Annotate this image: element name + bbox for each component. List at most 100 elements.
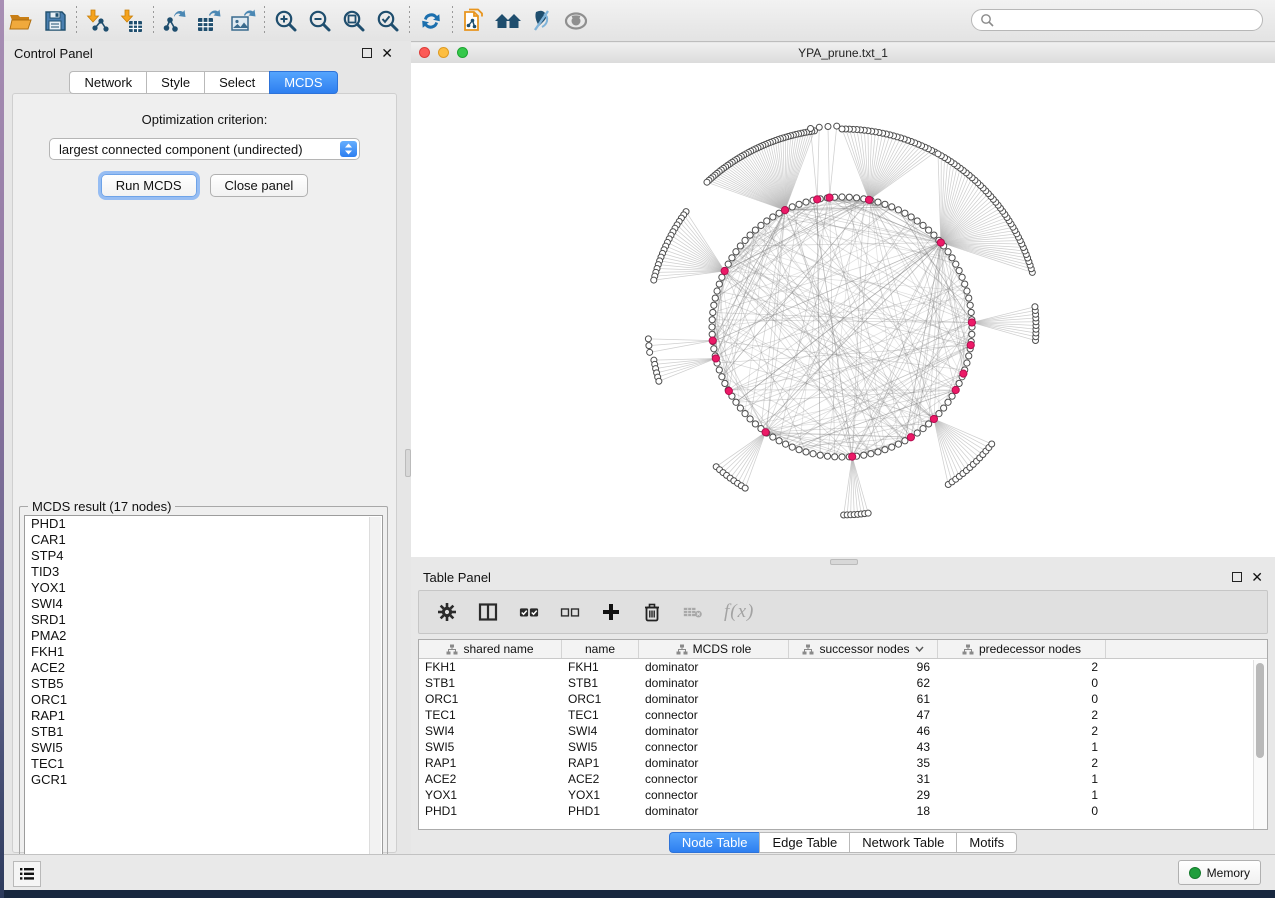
node-table: shared namenameMCDS rolesuccessor nodesp…: [418, 639, 1268, 830]
table-row[interactable]: ORC1ORC1dominator610: [419, 691, 1267, 707]
mcds-result-item[interactable]: STB1: [25, 724, 382, 740]
panel-menu-button[interactable]: [13, 861, 41, 887]
mcds-result-item[interactable]: TID3: [25, 564, 382, 580]
window-maximize-icon[interactable]: [457, 47, 468, 58]
open-file-icon[interactable]: [4, 6, 38, 36]
run-mcds-button[interactable]: Run MCDS: [101, 174, 197, 197]
close-panel-icon[interactable]: ✕: [381, 48, 393, 58]
mcds-result-item[interactable]: STP4: [25, 548, 382, 564]
optimization-criterion-select[interactable]: largest connected component (undirected): [49, 138, 360, 160]
window-close-icon[interactable]: [419, 47, 430, 58]
table-panel-titlebar: Table Panel ✕: [411, 565, 1275, 589]
close-panel-icon[interactable]: ✕: [1251, 572, 1263, 582]
column-header-successor-nodes[interactable]: successor nodes: [789, 640, 938, 658]
mcds-result-item[interactable]: ACE2: [25, 660, 382, 676]
cell-predecessor-nodes: 2: [938, 724, 1106, 738]
mcds-result-item[interactable]: CAR1: [25, 532, 382, 548]
tab-network-table[interactable]: Network Table: [849, 832, 956, 853]
table-row[interactable]: RAP1RAP1dominator352: [419, 755, 1267, 771]
zoom-out-icon[interactable]: [303, 6, 337, 36]
table-row[interactable]: YOX1YOX1connector291: [419, 787, 1267, 803]
mcds-result-list[interactable]: PHD1CAR1STP4TID3YOX1SWI4SRD1PMA2FKH1ACE2…: [24, 515, 383, 872]
tab-mcds[interactable]: MCDS: [269, 71, 337, 94]
tree-column-icon: [446, 644, 458, 655]
vertical-splitter[interactable]: [403, 41, 411, 855]
cell-name: STB1: [562, 676, 639, 690]
optimization-criterion-label: Optimization criterion:: [13, 112, 396, 127]
import-network-icon[interactable]: [81, 6, 115, 36]
cell-successor-nodes: 18: [789, 804, 938, 818]
table-options-gear-icon[interactable]: [437, 602, 457, 622]
table-row[interactable]: STB1STB1dominator620: [419, 675, 1267, 691]
mcds-result-item[interactable]: SWI4: [25, 596, 382, 612]
scrollbar-thumb[interactable]: [1256, 663, 1264, 758]
tab-network[interactable]: Network: [69, 71, 146, 94]
network-canvas[interactable]: [411, 63, 1275, 557]
hide-selection-icon[interactable]: [525, 6, 559, 36]
import-table-icon[interactable]: [115, 6, 149, 36]
mcds-result-item[interactable]: PMA2: [25, 628, 382, 644]
export-image-icon[interactable]: [226, 6, 260, 36]
table-row[interactable]: FKH1FKH1dominator962: [419, 659, 1267, 675]
export-network-icon[interactable]: [158, 6, 192, 36]
table-row[interactable]: SWI4SWI4dominator462: [419, 723, 1267, 739]
tab-motifs[interactable]: Motifs: [956, 832, 1017, 853]
mcds-result-item[interactable]: PHD1: [25, 516, 382, 532]
tab-style[interactable]: Style: [146, 71, 204, 94]
tab-node-table[interactable]: Node Table: [669, 832, 760, 853]
window-minimize-icon[interactable]: [438, 47, 449, 58]
search-input[interactable]: [971, 9, 1263, 31]
zoom-fit-icon[interactable]: [337, 6, 371, 36]
network-window-titlebar[interactable]: YPA_prune.txt_1: [411, 43, 1275, 64]
column-header-shared-name[interactable]: shared name: [419, 640, 562, 658]
mcds-result-item[interactable]: YOX1: [25, 580, 382, 596]
mcds-result-item[interactable]: RAP1: [25, 708, 382, 724]
zoom-selected-icon[interactable]: [371, 6, 405, 36]
mcds-result-item[interactable]: SWI5: [25, 740, 382, 756]
mcds-result-item[interactable]: SRD1: [25, 612, 382, 628]
cell-MCDS-role: connector: [639, 708, 789, 722]
float-panel-icon[interactable]: [1232, 572, 1242, 582]
close-panel-button[interactable]: Close panel: [210, 174, 309, 197]
cell-shared-name: ACE2: [419, 772, 562, 786]
show-column-icon[interactable]: [478, 602, 498, 622]
table-row[interactable]: SWI5SWI5connector431: [419, 739, 1267, 755]
float-panel-icon[interactable]: [362, 48, 372, 58]
horizontal-splitter[interactable]: [411, 557, 1275, 565]
mcds-result-item[interactable]: ORC1: [25, 692, 382, 708]
mcds-result-item[interactable]: FKH1: [25, 644, 382, 660]
delete-table-icon[interactable]: [683, 602, 703, 622]
column-header-name[interactable]: name: [562, 640, 639, 658]
tab-edge-table[interactable]: Edge Table: [759, 832, 849, 853]
result-list-scrollbar[interactable]: [369, 517, 381, 870]
mcds-result-item[interactable]: STB5: [25, 676, 382, 692]
first-neighbors-icon[interactable]: [491, 6, 525, 36]
add-column-icon[interactable]: [601, 602, 621, 622]
show-all-icon[interactable]: [559, 6, 593, 36]
save-session-icon[interactable]: [38, 6, 72, 36]
column-header-predecessor-nodes[interactable]: predecessor nodes: [938, 640, 1106, 658]
memory-button[interactable]: Memory: [1178, 860, 1261, 885]
function-builder-icon[interactable]: f(x): [724, 601, 754, 623]
cell-predecessor-nodes: 2: [938, 708, 1106, 722]
table-row[interactable]: TEC1TEC1connector472: [419, 707, 1267, 723]
mcds-result-group: MCDS result (17 nodes) PHD1CAR1STP4TID3Y…: [19, 506, 388, 878]
cell-predecessor-nodes: 2: [938, 756, 1106, 770]
zoom-in-icon[interactable]: [269, 6, 303, 36]
delete-column-icon[interactable]: [642, 602, 662, 622]
table-scrollbar[interactable]: [1253, 660, 1267, 829]
table-row[interactable]: PHD1PHD1dominator180: [419, 803, 1267, 819]
column-header-MCDS-role[interactable]: MCDS role: [639, 640, 789, 658]
table-panel: Table Panel ✕: [411, 565, 1275, 855]
tab-select[interactable]: Select: [204, 71, 269, 94]
deselect-all-icon[interactable]: [560, 602, 580, 622]
cell-MCDS-role: dominator: [639, 692, 789, 706]
mcds-result-item[interactable]: GCR1: [25, 772, 382, 788]
refresh-icon[interactable]: [414, 6, 448, 36]
table-row[interactable]: ACE2ACE2connector311: [419, 771, 1267, 787]
cell-shared-name: FKH1: [419, 660, 562, 674]
select-all-icon[interactable]: [519, 602, 539, 622]
new-network-from-selection-icon[interactable]: [457, 6, 491, 36]
export-table-icon[interactable]: [192, 6, 226, 36]
mcds-result-item[interactable]: TEC1: [25, 756, 382, 772]
